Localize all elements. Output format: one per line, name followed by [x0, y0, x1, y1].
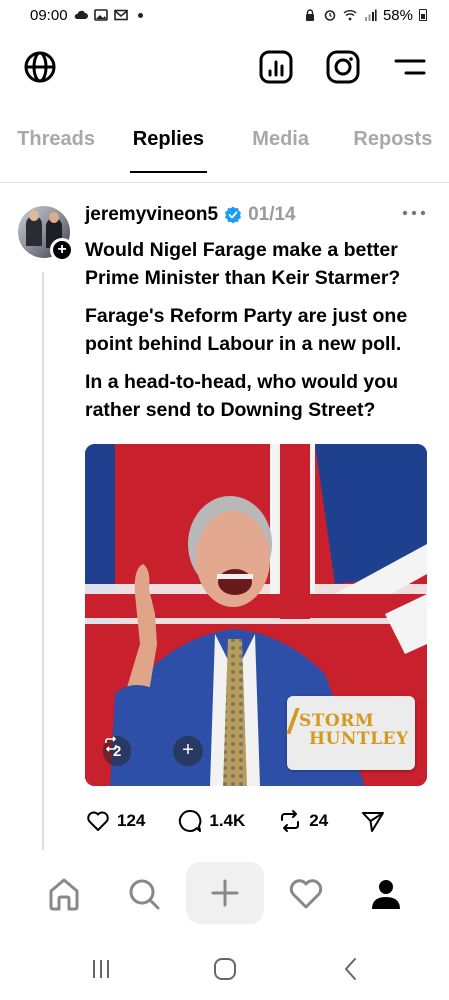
home-icon — [49, 878, 79, 911]
post-paragraph: In a head-to-head, who would you rather … — [85, 371, 399, 421]
add-media-icon[interactable]: + — [173, 736, 203, 766]
system-nav-bar — [0, 940, 449, 1000]
wifi-icon — [343, 10, 357, 21]
signal-icon — [364, 9, 377, 21]
logo-line-1: STORM — [299, 711, 375, 731]
repost-button[interactable]: 24 — [277, 808, 328, 834]
like-button[interactable]: 124 — [85, 808, 145, 834]
alarm-icon — [324, 10, 336, 21]
repost-count-label: 24 — [309, 811, 329, 830]
repost-icon — [105, 736, 117, 752]
status-bar: 09:00 58% — [0, 0, 449, 30]
home-circle-icon[interactable] — [210, 954, 240, 984]
app-bar — [0, 45, 449, 91]
instagram-icon[interactable] — [325, 49, 361, 85]
storm-huntley-logo: STORM HUNTLEY — [286, 696, 415, 770]
profile-icon — [372, 880, 400, 909]
back-icon[interactable] — [336, 954, 366, 984]
profile-tabs: Threads Replies Media Reposts — [0, 120, 449, 176]
tab-reposts[interactable]: Reposts — [337, 120, 449, 176]
verified-badge-icon — [225, 206, 242, 224]
follow-plus-icon[interactable]: + — [50, 238, 74, 262]
like-count: 124 — [117, 811, 146, 830]
reply-button[interactable]: 1.4K — [177, 808, 245, 834]
gmail-icon — [113, 9, 128, 21]
more-options-icon[interactable] — [400, 208, 428, 218]
recents-icon[interactable] — [86, 954, 116, 984]
username[interactable]: jeremyvineon5 — [85, 204, 218, 226]
nav-profile[interactable] — [364, 872, 408, 916]
thread-line — [42, 272, 44, 850]
activity-icon — [289, 879, 323, 909]
tabs-divider — [0, 182, 449, 183]
cloud-icon — [74, 10, 88, 19]
nav-home[interactable] — [42, 872, 86, 916]
tab-media[interactable]: Media — [225, 120, 337, 176]
post-actions: 124 1.4K 24 — [85, 808, 386, 834]
logo-line-2: HUNTLEY — [309, 729, 409, 749]
nav-activity[interactable] — [284, 872, 328, 916]
lock-icon — [305, 9, 314, 21]
nav-search[interactable] — [122, 872, 166, 916]
heart-icon — [87, 811, 109, 831]
repost-count-badge[interactable]: 2 — [103, 736, 132, 766]
share-button[interactable] — [360, 808, 386, 834]
post-date: 01/14 — [248, 204, 296, 225]
globe-icon[interactable] — [22, 49, 58, 85]
post-paragraph: Farage's Reform Party are just one point… — [85, 305, 408, 355]
reply-count: 1.4K — [209, 811, 246, 830]
send-icon — [362, 812, 385, 832]
battery-icon — [419, 9, 427, 21]
notification-dot-icon — [137, 12, 143, 18]
battery-percent: 58% — [382, 6, 413, 24]
post-header: jeremyvineon5 01/14 — [85, 204, 296, 226]
repost-icon — [281, 810, 300, 832]
comment-icon — [179, 809, 202, 832]
search-icon — [129, 879, 160, 910]
tab-replies[interactable]: Replies — [112, 120, 224, 176]
nav-compose[interactable] — [186, 862, 264, 924]
tab-threads[interactable]: Threads — [0, 120, 112, 176]
post-paragraph: Would Nigel Farage make a better Prime M… — [85, 239, 401, 289]
image-icon — [93, 9, 108, 21]
post-body: Would Nigel Farage make a better Prime M… — [85, 236, 425, 434]
menu-icon[interactable] — [392, 53, 428, 81]
status-time: 09:00 — [30, 6, 68, 24]
insights-icon[interactable] — [258, 49, 294, 85]
bottom-nav — [0, 862, 449, 926]
compose-icon — [211, 879, 239, 907]
post-image[interactable]: 2 + STORM HUNTLEY — [85, 444, 427, 786]
